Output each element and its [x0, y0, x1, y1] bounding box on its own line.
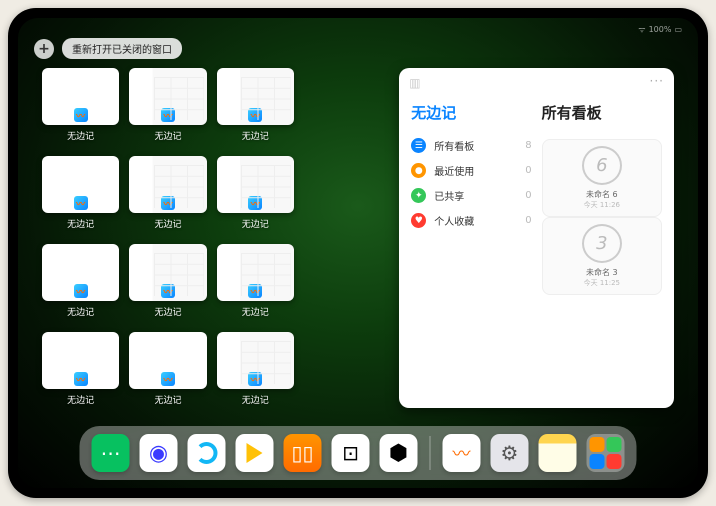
- section-title: 所有看板: [542, 102, 662, 123]
- sidebar-item-icon: ●: [411, 163, 426, 178]
- sidebar-item-3[interactable]: ♥ 个人收藏 0: [411, 208, 531, 233]
- status-bar: ᯤ 100% ▭: [638, 24, 682, 35]
- window-thumbnail-grid: 无边记无边记无边记无边记无边记无边记无边记无边记无边记无边记无边记无边记: [42, 68, 381, 408]
- dock-app-books[interactable]: ▯▯: [284, 434, 322, 472]
- board-preview-icon: 6: [582, 146, 622, 185]
- dock: ⋯ ◉ ▯▯ ⊡ ⬢ ⚙: [80, 426, 637, 480]
- freeform-preview-panel[interactable]: ▥ ··· 无边记 ☰ 所有看板 8 ● 最近使用 0 ✦ 已共享 0 ♥ 个人收藏 0 所有看板 6…: [399, 68, 674, 408]
- window-thumbnail[interactable]: 无边记: [129, 156, 206, 232]
- freeform-app-icon: [161, 196, 175, 210]
- dock-app-hex[interactable]: ⬢: [380, 434, 418, 472]
- sidebar-item-count: 0: [525, 190, 531, 201]
- window-thumbnail[interactable]: 无边记: [42, 244, 119, 320]
- window-thumbnail[interactable]: 无边记: [217, 68, 294, 144]
- board-name: 未命名 6: [586, 189, 618, 200]
- freeform-app-icon: [248, 108, 262, 122]
- freeform-app-icon: [248, 372, 262, 386]
- freeform-app-icon: [248, 284, 262, 298]
- freeform-app-icon: [74, 372, 88, 386]
- wifi-icon: ᯤ: [638, 24, 645, 35]
- freeform-app-icon: [74, 196, 88, 210]
- dock-app-wechat[interactable]: ⋯: [92, 434, 130, 472]
- window-thumbnail[interactable]: 无边记: [129, 244, 206, 320]
- board-date: 今天 11:26: [584, 200, 620, 210]
- window-label: 无边记: [67, 129, 94, 142]
- board-name: 未命名 3: [586, 267, 618, 278]
- window-label: 无边记: [242, 305, 269, 318]
- sidebar-item-0[interactable]: ☰ 所有看板 8: [411, 133, 531, 158]
- sidebar-item-count: 0: [525, 215, 531, 226]
- window-thumbnail[interactable]: 无边记: [42, 156, 119, 232]
- more-icon[interactable]: ···: [650, 74, 664, 88]
- freeform-app-icon: [161, 372, 175, 386]
- board-date: 今天 11:25: [584, 278, 620, 288]
- dock-separator: [430, 436, 431, 470]
- sidebar-item-label: 已共享: [434, 188, 464, 203]
- battery-text: 100%: [649, 25, 672, 34]
- sidebar-icon: ▥: [409, 76, 420, 90]
- window-label: 无边记: [154, 305, 181, 318]
- window-thumbnail[interactable]: 无边记: [217, 332, 294, 408]
- mission-control: 无边记无边记无边记无边记无边记无边记无边记无边记无边记无边记无边记无边记 ▥ ·…: [42, 68, 674, 408]
- window-label: 无边记: [154, 129, 181, 142]
- freeform-app-icon: [74, 108, 88, 122]
- screen: ᯤ 100% ▭ + 重新打开已关闭的窗口 无边记无边记无边记无边记无边记无边记…: [18, 18, 698, 488]
- window-label: 无边记: [242, 129, 269, 142]
- window-thumbnail[interactable]: 无边记: [129, 68, 206, 144]
- window-thumbnail[interactable]: 无边记: [42, 68, 119, 144]
- reopen-closed-window-button[interactable]: 重新打开已关闭的窗口: [62, 38, 182, 59]
- dock-app-freeform[interactable]: [443, 434, 481, 472]
- dock-app-play[interactable]: [236, 434, 274, 472]
- freeform-app-icon: [248, 196, 262, 210]
- window-label: 无边记: [67, 393, 94, 406]
- freeform-app-icon: [161, 284, 175, 298]
- app-title: 无边记: [411, 102, 531, 123]
- sidebar-item-2[interactable]: ✦ 已共享 0: [411, 183, 531, 208]
- sidebar-item-count: 0: [525, 165, 531, 176]
- window-label: 无边记: [154, 217, 181, 230]
- window-thumbnail[interactable]: 无边记: [217, 244, 294, 320]
- window-label: 无边记: [154, 393, 181, 406]
- board-card[interactable]: 6 未命名 6今天 11:26: [542, 139, 662, 217]
- ipad-frame: ᯤ 100% ▭ + 重新打开已关闭的窗口 无边记无边记无边记无边记无边记无边记…: [8, 8, 708, 498]
- panel-sidebar: 无边记 ☰ 所有看板 8 ● 最近使用 0 ✦ 已共享 0 ♥ 个人收藏 0: [411, 78, 531, 398]
- sidebar-item-icon: ☰: [411, 138, 426, 153]
- window-label: 无边记: [67, 217, 94, 230]
- window-label: 无边记: [242, 217, 269, 230]
- app-library-icon[interactable]: [587, 434, 625, 472]
- freeform-app-icon: [161, 108, 175, 122]
- sidebar-item-icon: ♥: [411, 213, 426, 228]
- sidebar-item-label: 最近使用: [434, 163, 474, 178]
- dock-app-square[interactable]: ⊡: [332, 434, 370, 472]
- sidebar-item-1[interactable]: ● 最近使用 0: [411, 158, 531, 183]
- battery-icon: ▭: [674, 25, 682, 34]
- window-label: 无边记: [242, 393, 269, 406]
- dock-app-qq[interactable]: [188, 434, 226, 472]
- window-label: 无边记: [67, 305, 94, 318]
- plus-icon: +: [38, 41, 50, 57]
- sidebar-item-icon: ✦: [411, 188, 426, 203]
- sidebar-item-count: 8: [525, 140, 531, 151]
- top-bar: + 重新打开已关闭的窗口: [34, 38, 182, 59]
- window-thumbnail[interactable]: 无边记: [129, 332, 206, 408]
- new-window-button[interactable]: +: [34, 39, 54, 59]
- sidebar-item-label: 所有看板: [434, 138, 474, 153]
- window-thumbnail[interactable]: 无边记: [217, 156, 294, 232]
- sidebar-item-label: 个人收藏: [434, 213, 474, 228]
- dock-app-moon[interactable]: ◉: [140, 434, 178, 472]
- dock-app-notes[interactable]: [539, 434, 577, 472]
- dock-app-settings[interactable]: ⚙: [491, 434, 529, 472]
- board-card[interactable]: 3 未命名 3今天 11:25: [542, 217, 662, 295]
- panel-content: 所有看板 6 未命名 6今天 11:26 3 未命名 3今天 11:25: [542, 78, 662, 398]
- window-thumbnail[interactable]: 无边记: [42, 332, 119, 408]
- freeform-app-icon: [74, 284, 88, 298]
- board-preview-icon: 3: [582, 224, 622, 263]
